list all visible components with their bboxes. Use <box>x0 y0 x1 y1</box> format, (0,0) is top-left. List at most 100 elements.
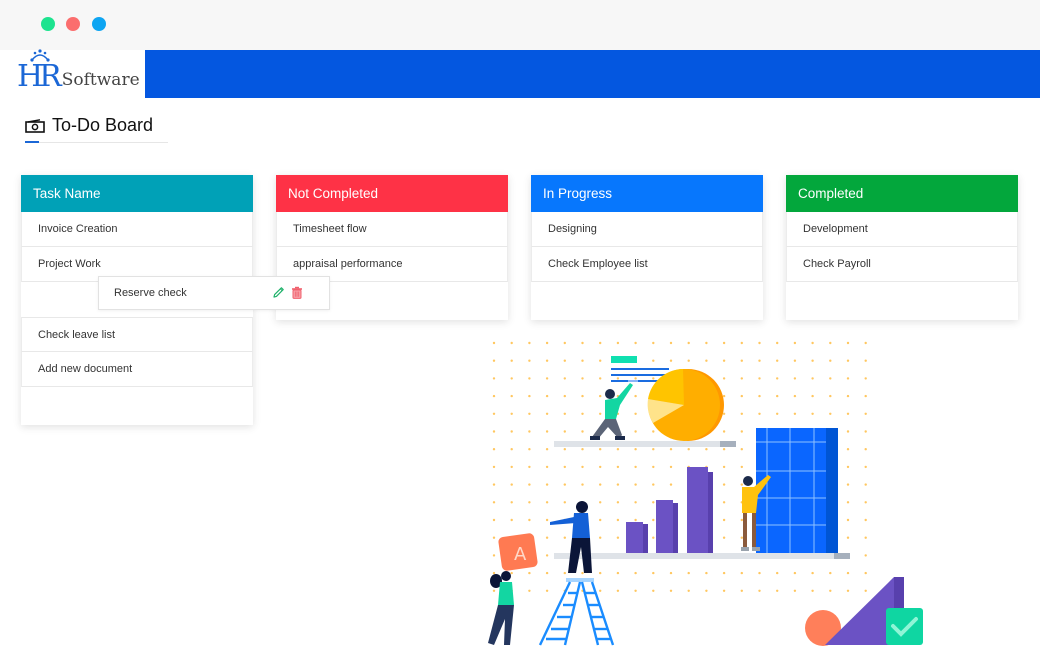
grid-dot <box>563 377 566 380</box>
grid-dot <box>616 448 620 451</box>
grid-dot <box>740 571 743 575</box>
column-drop-area[interactable] <box>21 387 253 425</box>
lower-shelf <box>554 553 834 559</box>
doc-header-block <box>611 356 637 363</box>
task-card[interactable]: Invoice Creation <box>21 212 253 247</box>
grid-dot <box>864 394 867 398</box>
task-card[interactable]: Check Payroll <box>786 247 1018 282</box>
grid-dot <box>687 589 690 592</box>
grid-dot <box>793 394 797 398</box>
grid-dot <box>722 536 726 539</box>
task-card[interactable]: Designing <box>531 212 763 247</box>
team-analytics-illustration: A <box>488 341 923 646</box>
grid-dot <box>722 518 726 522</box>
grid-dot <box>740 430 743 433</box>
grid-dot <box>616 501 620 504</box>
grid-dot <box>687 341 690 345</box>
grid-dot <box>846 359 850 362</box>
grid-dot <box>599 465 602 469</box>
grid-dot <box>687 359 690 362</box>
grid-dot <box>545 465 549 469</box>
grid-dot <box>492 518 496 522</box>
grid-dot <box>545 536 549 539</box>
grid-dot <box>545 589 549 592</box>
grid-dot <box>776 394 779 398</box>
grid-dot <box>563 412 566 415</box>
grid-dot <box>492 377 496 380</box>
task-card[interactable]: Check leave list <box>21 317 253 352</box>
grid-dot <box>510 483 513 486</box>
grid-dot <box>846 536 850 539</box>
grid-dot <box>722 483 726 486</box>
grid-dot <box>793 589 797 592</box>
grid-dot <box>758 571 761 575</box>
task-card[interactable]: Add new document <box>21 352 253 387</box>
grid-dot <box>829 589 832 592</box>
grid-dot <box>846 341 850 345</box>
grid-dot <box>793 377 797 380</box>
window-maximize-button[interactable] <box>92 17 106 31</box>
person-holding-block: A <box>488 533 538 645</box>
dragging-task-card[interactable]: Reserve check <box>98 276 330 310</box>
grid-dot <box>846 571 850 575</box>
grid-dot <box>634 589 637 592</box>
grid-dot <box>793 412 797 415</box>
grid-dot <box>510 359 513 362</box>
money-bill-icon <box>25 118 45 133</box>
grid-dot <box>581 448 584 451</box>
grid-dot <box>545 554 549 557</box>
logo[interactable]: HR Software <box>17 49 140 92</box>
grid-dot <box>864 536 867 539</box>
grid-dot <box>722 341 726 345</box>
task-card[interactable]: Check Employee list <box>531 247 763 282</box>
window-close-button[interactable] <box>41 17 55 31</box>
trash-icon[interactable] <box>291 286 303 299</box>
grid-dot <box>581 359 584 362</box>
grid-dot <box>528 589 531 592</box>
grid-dot <box>722 412 726 415</box>
lower-shelf-end <box>834 553 850 559</box>
grid-dot <box>793 341 797 345</box>
column-drop-area[interactable] <box>531 282 763 320</box>
grid-dot <box>740 448 743 451</box>
grid-dot <box>811 394 814 398</box>
grid-dot <box>846 589 850 592</box>
grid-dot <box>563 359 566 362</box>
window-minimize-button[interactable] <box>66 17 80 31</box>
grid-dot <box>758 412 761 415</box>
grid-dot <box>846 430 850 433</box>
grid-dot <box>528 483 531 486</box>
grid-dot <box>829 377 832 380</box>
grid-dot <box>492 341 496 345</box>
grid-dot <box>652 501 655 504</box>
grid-dot <box>652 448 655 451</box>
grid-dot <box>652 465 655 469</box>
grid-dot <box>652 571 655 575</box>
task-card[interactable]: Development <box>786 212 1018 247</box>
person-on-ladder <box>550 501 594 582</box>
grid-dot <box>492 483 496 486</box>
grid-dot <box>829 341 832 345</box>
grid-dot <box>492 394 496 398</box>
grid-dot <box>758 359 761 362</box>
grid-dot <box>758 589 761 592</box>
grid-dot <box>545 359 549 362</box>
grid-dot <box>528 377 531 380</box>
task-card[interactable]: Timesheet flow <box>276 212 508 247</box>
grid-dot <box>616 589 620 592</box>
grid-dot <box>740 589 743 592</box>
pencil-icon[interactable] <box>272 286 285 299</box>
grid-dot <box>705 359 708 362</box>
grid-dot <box>581 377 584 380</box>
grid-dot <box>616 377 620 380</box>
doc-line <box>611 368 669 370</box>
grid-dot <box>705 448 708 451</box>
grid-dot <box>545 430 549 433</box>
grid-dot <box>510 501 513 504</box>
grid-dot <box>528 359 531 362</box>
grid-dot <box>758 394 761 398</box>
grid-dot <box>705 589 708 592</box>
grid-dot <box>722 589 726 592</box>
grid-dot <box>793 359 797 362</box>
column-drop-area[interactable] <box>786 282 1018 320</box>
